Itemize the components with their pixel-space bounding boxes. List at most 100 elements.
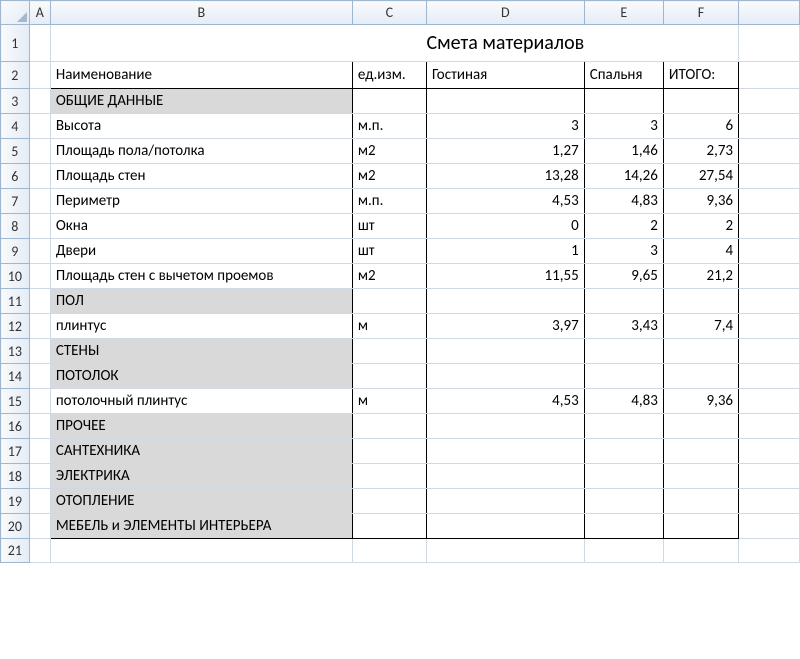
- cell-B15[interactable]: потолочный плинтус: [50, 389, 352, 414]
- cell-C10[interactable]: м2: [352, 264, 426, 289]
- cell-C15[interactable]: м: [352, 389, 426, 414]
- cell-C3[interactable]: [352, 89, 426, 114]
- cell-D1[interactable]: Смета материалов: [426, 25, 584, 62]
- cell-E1[interactable]: [584, 25, 663, 62]
- cell-G14[interactable]: [739, 364, 800, 389]
- cell-D2[interactable]: Гостиная: [426, 62, 584, 89]
- cell-F4[interactable]: 6: [663, 114, 738, 139]
- cell-B2[interactable]: Наименование: [50, 62, 352, 89]
- cell-C20[interactable]: [352, 514, 426, 539]
- row-header-12[interactable]: 12: [1, 314, 30, 339]
- col-header-C[interactable]: C: [352, 1, 426, 25]
- cell-E19[interactable]: [584, 489, 663, 514]
- cell-C21[interactable]: [352, 539, 426, 563]
- cell-B18[interactable]: ЭЛЕКТРИКА: [50, 464, 352, 489]
- cell-E17[interactable]: [584, 439, 663, 464]
- cell-E12[interactable]: 3,43: [584, 314, 663, 339]
- cell-C18[interactable]: [352, 464, 426, 489]
- cell-A15[interactable]: [29, 389, 50, 414]
- cell-F21[interactable]: [663, 539, 738, 563]
- cell-A19[interactable]: [29, 489, 50, 514]
- cell-G12[interactable]: [739, 314, 800, 339]
- cell-G17[interactable]: [739, 439, 800, 464]
- cell-F3[interactable]: [663, 89, 738, 114]
- cell-C12[interactable]: м: [352, 314, 426, 339]
- cell-G18[interactable]: [739, 464, 800, 489]
- cell-F15[interactable]: 9,36: [663, 389, 738, 414]
- cell-F17[interactable]: [663, 439, 738, 464]
- cell-E9[interactable]: 3: [584, 239, 663, 264]
- col-header-E[interactable]: E: [584, 1, 663, 25]
- cell-E6[interactable]: 14,26: [584, 164, 663, 189]
- cell-A7[interactable]: [29, 189, 50, 214]
- cell-A10[interactable]: [29, 264, 50, 289]
- cell-C13[interactable]: [352, 339, 426, 364]
- cell-A11[interactable]: [29, 289, 50, 314]
- row-header-9[interactable]: 9: [1, 239, 30, 264]
- cell-D5[interactable]: 1,27: [426, 139, 584, 164]
- cell-D3[interactable]: [426, 89, 584, 114]
- cell-F5[interactable]: 2,73: [663, 139, 738, 164]
- col-header-D[interactable]: D: [426, 1, 584, 25]
- cell-F18[interactable]: [663, 464, 738, 489]
- cell-C14[interactable]: [352, 364, 426, 389]
- cell-G9[interactable]: [739, 239, 800, 264]
- cell-D4[interactable]: 3: [426, 114, 584, 139]
- cell-A2[interactable]: [29, 62, 50, 89]
- cell-G19[interactable]: [739, 489, 800, 514]
- cell-B10[interactable]: Площадь стен с вычетом проемов: [50, 264, 352, 289]
- cell-F8[interactable]: 2: [663, 214, 738, 239]
- cell-D12[interactable]: 3,97: [426, 314, 584, 339]
- cell-C19[interactable]: [352, 489, 426, 514]
- row-header-14[interactable]: 14: [1, 364, 30, 389]
- cell-A18[interactable]: [29, 464, 50, 489]
- cell-A8[interactable]: [29, 214, 50, 239]
- row-header-18[interactable]: 18: [1, 464, 30, 489]
- cell-A16[interactable]: [29, 414, 50, 439]
- cell-B20[interactable]: МЕБЕЛЬ и ЭЛЕМЕНТЫ ИНТЕРЬЕРА: [50, 514, 352, 539]
- cell-E4[interactable]: 3: [584, 114, 663, 139]
- row-header-10[interactable]: 10: [1, 264, 30, 289]
- cell-C16[interactable]: [352, 414, 426, 439]
- cell-F12[interactable]: 7,4: [663, 314, 738, 339]
- cell-C9[interactable]: шт: [352, 239, 426, 264]
- cell-A17[interactable]: [29, 439, 50, 464]
- cell-F20[interactable]: [663, 514, 738, 539]
- cell-E2[interactable]: Спальня: [584, 62, 663, 89]
- cell-B11[interactable]: ПОЛ: [50, 289, 352, 314]
- cell-D18[interactable]: [426, 464, 584, 489]
- cell-D14[interactable]: [426, 364, 584, 389]
- cell-C1-title[interactable]: [352, 25, 426, 62]
- row-header-6[interactable]: 6: [1, 164, 30, 189]
- cell-D10[interactable]: 11,55: [426, 264, 584, 289]
- row-header-17[interactable]: 17: [1, 439, 30, 464]
- cell-B21[interactable]: [50, 539, 352, 563]
- cell-E21[interactable]: [584, 539, 663, 563]
- cell-E10[interactable]: 9,65: [584, 264, 663, 289]
- cell-A5[interactable]: [29, 139, 50, 164]
- col-header-F[interactable]: F: [663, 1, 738, 25]
- cell-G8[interactable]: [739, 214, 800, 239]
- cell-E14[interactable]: [584, 364, 663, 389]
- row-header-15[interactable]: 15: [1, 389, 30, 414]
- cell-E18[interactable]: [584, 464, 663, 489]
- cell-A4[interactable]: [29, 114, 50, 139]
- cell-D7[interactable]: 4,53: [426, 189, 584, 214]
- col-header-A[interactable]: A: [29, 1, 50, 25]
- cell-B7[interactable]: Периметр: [50, 189, 352, 214]
- cell-F10[interactable]: 21,2: [663, 264, 738, 289]
- cell-A3[interactable]: [29, 89, 50, 114]
- cell-F6[interactable]: 27,54: [663, 164, 738, 189]
- cell-B6[interactable]: Площадь стен: [50, 164, 352, 189]
- cell-B14[interactable]: ПОТОЛОК: [50, 364, 352, 389]
- cell-F7[interactable]: 9,36: [663, 189, 738, 214]
- cell-G10[interactable]: [739, 264, 800, 289]
- cell-C7[interactable]: м.п.: [352, 189, 426, 214]
- cell-A6[interactable]: [29, 164, 50, 189]
- cell-B19[interactable]: ОТОПЛЕНИЕ: [50, 489, 352, 514]
- cell-G13[interactable]: [739, 339, 800, 364]
- row-header-19[interactable]: 19: [1, 489, 30, 514]
- cell-F14[interactable]: [663, 364, 738, 389]
- cell-F16[interactable]: [663, 414, 738, 439]
- cell-G1[interactable]: [739, 25, 800, 62]
